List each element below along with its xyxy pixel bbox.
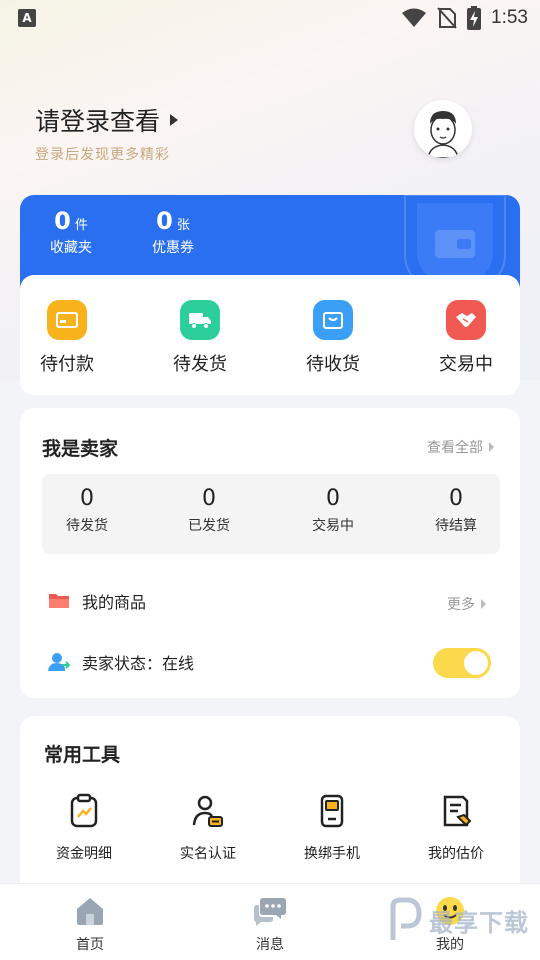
folder-icon (49, 594, 69, 608)
favorites-count: 0 (54, 207, 71, 235)
favorites-label: 收藏夹 (50, 240, 92, 256)
order-in-transaction[interactable]: 交易中 (416, 300, 516, 376)
tool-label: 我的估价 (428, 846, 484, 862)
tool-change-phone[interactable]: 换绑手机 (282, 793, 382, 863)
tool-label: 实名认证 (180, 846, 236, 862)
seller-stat-to-settle[interactable]: 0 待结算 (411, 486, 501, 535)
avatar[interactable] (414, 100, 472, 158)
notification-icon: A (18, 9, 36, 27)
tools-title: 常用工具 (44, 744, 121, 766)
seller-stat-pending-shipment[interactable]: 0 待发货 (42, 486, 132, 535)
toggle-knob (464, 651, 488, 675)
seller-stats: 0 待发货 0 已发货 0 交易中 0 待结算 (42, 474, 500, 554)
tab-label: 消息 (256, 937, 284, 953)
order-pending-shipment-label: 待发货 (173, 354, 227, 375)
order-pending-receipt-label: 待收货 (306, 354, 360, 375)
more-label: 更多 (447, 597, 475, 613)
login-prompt[interactable]: 请登录查看 (35, 102, 179, 138)
order-pending-payment[interactable]: 待付款 (17, 300, 117, 376)
watermark-text: 最享下载 (429, 908, 529, 937)
login-subtitle: 登录后发现更多精彩 (35, 147, 170, 163)
order-pending-shipment[interactable]: 待发货 (150, 300, 250, 376)
seller-stat-label: 已发货 (188, 518, 230, 534)
seller-stat-value: 0 (326, 486, 340, 511)
seller-status-label: 卖家状态：在线 (82, 654, 195, 673)
view-all-label: 查看全部 (427, 440, 483, 456)
seller-status-row: 卖家状态：在线 (48, 650, 194, 674)
wallet-card-icon (47, 300, 87, 340)
tool-label: 换绑手机 (304, 846, 360, 862)
fund-detail-icon (70, 793, 98, 828)
tool-identity[interactable]: 实名认证 (158, 793, 258, 863)
tab-messages[interactable]: 消息 (230, 896, 310, 954)
online-toggle[interactable] (433, 648, 491, 678)
my-products-label: 我的商品 (82, 593, 147, 612)
coupons-label: 优惠券 (152, 240, 194, 256)
seller-stat-in-transaction[interactable]: 0 交易中 (288, 486, 378, 535)
user-status-icon (48, 653, 70, 671)
wifi-icon (402, 8, 427, 27)
seller-title: 我是卖家 (42, 438, 119, 460)
order-status-card: 待付款 待发货 待收货 交易中 (20, 275, 520, 395)
seller-stat-value: 0 (449, 486, 463, 511)
truck-icon (180, 300, 220, 340)
coupons-count: 0 (156, 207, 173, 235)
order-pending-payment-label: 待付款 (40, 354, 94, 375)
identity-icon (192, 795, 223, 827)
coupons-unit: 张 (176, 218, 190, 233)
seller-stat-value: 0 (80, 486, 94, 511)
seller-stat-value: 0 (202, 486, 216, 511)
battery-charging-icon (467, 6, 482, 30)
chevron-right-icon (489, 442, 494, 452)
valuation-icon (443, 795, 472, 827)
tool-valuation[interactable]: 我的估价 (406, 793, 506, 863)
seller-stat-label: 待结算 (435, 518, 477, 534)
avatar-face-icon (414, 100, 472, 158)
coupons-stat[interactable]: 0张 优惠券 (152, 207, 194, 257)
view-all-link[interactable]: 查看全部 (427, 437, 494, 457)
seller-stat-label: 交易中 (312, 518, 354, 534)
status-bar: A 1:53 (0, 0, 540, 36)
order-pending-receipt[interactable]: 待收货 (283, 300, 383, 376)
more-link[interactable]: 更多 (447, 594, 486, 614)
tool-fund-detail[interactable]: 资金明细 (34, 793, 134, 863)
seller-card: 我是卖家 查看全部 0 待发货 0 已发货 0 交易中 0 待结算 我的商品 更… (20, 408, 520, 698)
watermark: 最享下载 (385, 892, 535, 948)
tool-label: 资金明细 (56, 846, 112, 862)
my-products-row[interactable]: 我的商品 (48, 589, 146, 613)
message-icon (254, 898, 286, 926)
favorites-unit: 件 (74, 218, 88, 233)
seller-stat-shipped[interactable]: 0 已发货 (164, 486, 254, 535)
login-title: 请登录查看 (35, 107, 161, 136)
tab-label: 首页 (76, 937, 104, 953)
tools-card: 常用工具 资金明细 实名认证 换绑手机 我的估价 (20, 716, 520, 896)
arrow-right-icon (170, 114, 179, 126)
chevron-right-icon (481, 599, 486, 609)
box-icon (313, 300, 353, 340)
tab-home[interactable]: 首页 (50, 896, 130, 954)
no-sim-icon (437, 7, 457, 29)
handshake-icon (446, 300, 486, 340)
seller-stat-label: 待发货 (66, 518, 108, 534)
clock: 1:53 (491, 7, 528, 28)
order-in-transaction-label: 交易中 (439, 354, 493, 375)
favorites-stat[interactable]: 0件 收藏夹 (50, 207, 92, 257)
phone-icon (320, 794, 344, 828)
home-icon (77, 898, 103, 925)
watermark-logo-icon (390, 897, 422, 940)
